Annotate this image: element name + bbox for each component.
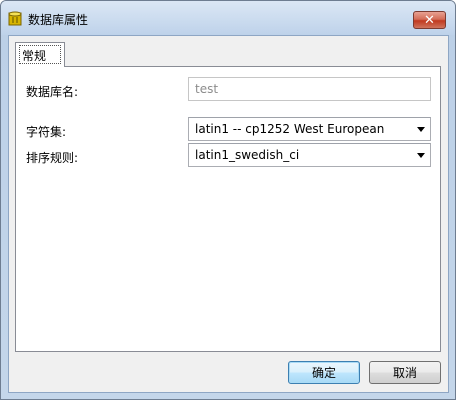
charset-label: 字符集: bbox=[26, 125, 67, 139]
db-name-field: test bbox=[188, 77, 431, 101]
collation-select[interactable]: latin1_swedish_ci bbox=[188, 143, 431, 167]
close-icon: ✕ bbox=[424, 12, 435, 28]
database-icon bbox=[8, 11, 22, 26]
charset-select[interactable]: latin1 -- cp1252 West European bbox=[188, 117, 431, 141]
chevron-down-icon bbox=[417, 153, 425, 158]
cancel-button[interactable]: 取消 bbox=[369, 361, 441, 384]
dialog-window: 数据库属性 ✕ 常规 数据库名: test 字符集: latin1 -- cp1… bbox=[0, 0, 456, 400]
collation-select-value: latin1_swedish_ci bbox=[195, 148, 300, 162]
close-button[interactable]: ✕ bbox=[413, 11, 446, 29]
title-bar[interactable]: 数据库属性 ✕ bbox=[1, 1, 455, 35]
tab-panel-general: 数据库名: test 字符集: latin1 -- cp1252 West Eu… bbox=[15, 66, 441, 352]
db-name-label: 数据库名: bbox=[26, 85, 79, 99]
tab-general-label: 常规 bbox=[22, 49, 47, 63]
ok-button[interactable]: 确定 bbox=[288, 361, 360, 384]
tab-general[interactable]: 常规 bbox=[15, 42, 65, 67]
chevron-down-icon bbox=[417, 127, 425, 132]
charset-select-value: latin1 -- cp1252 West European bbox=[195, 122, 385, 136]
dialog-client-area: 常规 数据库名: test 字符集: latin1 -- cp1252 West… bbox=[8, 35, 449, 393]
collation-label: 排序规则: bbox=[26, 151, 79, 165]
window-title: 数据库属性 bbox=[28, 13, 89, 27]
